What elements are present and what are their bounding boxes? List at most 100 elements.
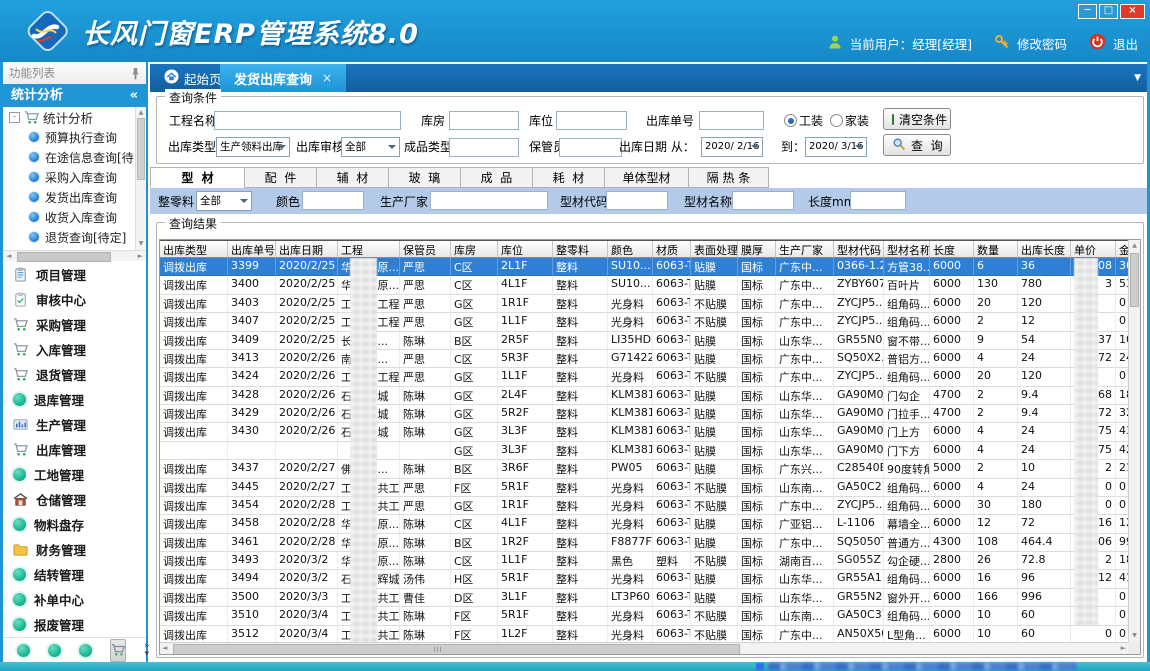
material-tab-型材[interactable]: 型 材 xyxy=(150,167,245,188)
material-tab-隔热条[interactable]: 隔 热 条 xyxy=(689,167,769,188)
table-row[interactable]: 调拨出库34092020/2/25长 ...陈琳B区2R5F整料LI35HD60… xyxy=(160,332,1128,350)
maximize-button[interactable]: □ xyxy=(1099,4,1118,19)
change-password-link[interactable]: 修改密码 xyxy=(1017,34,1067,53)
sidebar-item-仓储管理[interactable]: 仓储管理 xyxy=(3,487,146,512)
material-tab-成品[interactable]: 成 品 xyxy=(461,167,533,188)
grid-hscroll-thumb[interactable] xyxy=(173,644,740,655)
sidebar-item-项目管理[interactable]: 项目管理 xyxy=(3,262,146,287)
column-header-型材名称[interactable]: 型材名称 xyxy=(884,241,930,258)
sidebar-section-statistics[interactable]: 统计分析 « xyxy=(3,84,146,107)
sidebar-item-采购管理[interactable]: 采购管理 xyxy=(3,312,146,337)
sidebar-item-补单中心[interactable]: 补单中心 xyxy=(3,587,146,612)
close-button[interactable]: × xyxy=(1120,4,1145,19)
table-row[interactable]: 调拨出库33992020/2/25华 原...严思C区2L1F整料SU10...… xyxy=(160,258,1128,276)
location-input[interactable] xyxy=(556,111,627,130)
tab-list-caret-icon[interactable]: ▼ xyxy=(1134,73,1141,83)
column-header-出库单号[interactable]: 出库单号 xyxy=(228,241,276,258)
column-header-保管员[interactable]: 保管员 xyxy=(400,241,451,258)
tree-item-预算执行查询[interactable]: 预算执行查询 xyxy=(3,127,146,147)
radio-jiazhuang[interactable] xyxy=(830,114,843,127)
tree-item-发货出库查询[interactable]: 发货出库查询 xyxy=(3,187,146,207)
table-row[interactable]: 调拨出库34612020/2/28华 原...陈琳B区1R2F整料F8877FT… xyxy=(160,534,1128,552)
column-header-库位[interactable]: 库位 xyxy=(498,241,553,258)
material-tab-单体型材[interactable]: 单体型材 xyxy=(605,167,689,188)
table-row[interactable]: 调拨出库34542020/2/28工 共工程严思G区1R1F整料光身料6063-… xyxy=(160,497,1128,515)
date-from-select[interactable]: 2020/ 2/16 xyxy=(701,137,763,157)
maker-input[interactable] xyxy=(430,191,548,210)
radio-gongzhuang-label[interactable]: 工装 xyxy=(799,111,823,131)
scroll-left-icon[interactable]: ◄ xyxy=(6,251,11,261)
column-header-材质[interactable]: 材质 xyxy=(653,241,691,258)
material-tab-辅材[interactable]: 辅 材 xyxy=(317,167,389,188)
product-type-input[interactable] xyxy=(449,138,519,157)
table-row[interactable]: 调拨出库35102020/3/4工 共工程陈琳F区5R1F整料光身料6063-T… xyxy=(160,607,1128,625)
table-row[interactable]: 调拨出库34372020/2/27佛 ...陈琳B区3R6F整料PW056063… xyxy=(160,460,1128,478)
color-input[interactable] xyxy=(302,191,364,210)
column-header-膜厚[interactable]: 膜厚 xyxy=(738,241,776,258)
order-no-input[interactable] xyxy=(699,111,764,130)
table-row[interactable]: 调拨出库34942020/3/2石 辉城汤伟H区5R1F整料光身料6063-T5… xyxy=(160,570,1128,588)
table-row[interactable]: 调拨出库34032020/2/25工 工程严思G区1R1F整料光身料6063-T… xyxy=(160,295,1128,313)
expand-more-button[interactable]: »▾ xyxy=(144,642,150,658)
green-dot-icon[interactable] xyxy=(17,644,30,657)
column-header-颜色[interactable]: 颜色 xyxy=(608,241,653,258)
table-row[interactable]: 调拨出库34582020/2/28华 原...陈琳C区4L1F整料光身料6063… xyxy=(160,515,1128,533)
column-header-整零料[interactable]: 整零料 xyxy=(553,241,608,258)
green-dot-icon[interactable] xyxy=(48,644,61,657)
tree-item-收货入库查询[interactable]: 收货入库查询 xyxy=(3,207,146,227)
table-row[interactable]: 调拨出库34452020/2/27工 共工程严思F区5R1F整料光身料6063-… xyxy=(160,479,1128,497)
sidebar-item-工地管理[interactable]: 工地管理 xyxy=(3,462,146,487)
table-row[interactable]: 调拨出库34132020/2/26南 ...严思C区5R3F整料G7142260… xyxy=(160,350,1128,368)
scroll-right-icon[interactable]: ► xyxy=(138,251,143,261)
column-header-出库类型[interactable]: 出库类型 xyxy=(160,241,228,258)
profile-name-input[interactable] xyxy=(732,191,794,210)
column-header-出库日期[interactable]: 出库日期 xyxy=(276,241,338,258)
scroll-up-icon[interactable]: ▲ xyxy=(136,108,146,118)
clear-conditions-button[interactable]: 清空条件 xyxy=(883,108,951,130)
scroll-right-icon[interactable]: ► xyxy=(1121,644,1126,652)
table-row[interactable]: 调拨出库34072020/2/25工 工程严思G区1L1F整料光身料6063-T… xyxy=(160,313,1128,331)
table-row[interactable]: 调拨出库34302020/2/26石 城陈琳G区3L3F整料KLM3817606… xyxy=(160,423,1128,441)
column-header-出库长度[interactable]: 出库长度 xyxy=(1018,241,1071,258)
column-header-库房[interactable]: 库房 xyxy=(451,241,498,258)
keeper-input[interactable] xyxy=(559,138,622,157)
tree-item-退货查询待定[interactable]: 退货查询[待定] xyxy=(3,227,146,247)
scroll-left-icon[interactable]: ◄ xyxy=(162,644,167,652)
column-header-型材代码[interactable]: 型材代码 xyxy=(834,241,884,258)
tree-horizontal-scrollbar[interactable]: ◄ ► xyxy=(3,250,146,261)
scroll-down-icon[interactable]: ▼ xyxy=(1129,631,1140,641)
table-row[interactable]: 调拨出库34282020/2/26石 城陈琳G区2L4F整料KLM3817606… xyxy=(160,387,1128,405)
table-row[interactable]: 调拨出库34242020/2/26工 工程严思G区1L1F整料光身料6063-T… xyxy=(160,368,1128,386)
project-name-input[interactable] xyxy=(214,111,401,130)
sidebar-item-入库管理[interactable]: 入库管理 xyxy=(3,337,146,362)
out-type-select[interactable]: 生产领料出库 xyxy=(216,137,290,157)
table-row[interactable]: 调拨出库35002020/3/3工 共工程曹佳D区3L1F整料LT3P60606… xyxy=(160,589,1128,607)
scroll-down-icon[interactable]: ▼ xyxy=(136,239,146,249)
column-header-数量[interactable]: 数量 xyxy=(974,241,1018,258)
tree-item-在途信息查询待[interactable]: 在途信息查询[待 xyxy=(3,147,146,167)
table-row[interactable]: 调拨出库34292020/2/26石 城陈琳G区5R2F整料KLM3817606… xyxy=(160,405,1128,423)
sidebar-item-生产管理[interactable]: 生产管理 xyxy=(3,412,146,437)
sidebar-item-财务管理[interactable]: 财务管理 xyxy=(3,537,146,562)
sidebar-item-结转管理[interactable]: 结转管理 xyxy=(3,562,146,587)
sidebar-item-物料盘存[interactable]: 物料盘存 xyxy=(3,512,146,537)
collapse-icon[interactable]: « xyxy=(130,84,138,107)
minimize-button[interactable]: ─ xyxy=(1078,4,1097,19)
tree-root-statistics[interactable]: -统计分析 xyxy=(3,107,146,127)
scroll-up-icon[interactable]: ▲ xyxy=(1129,241,1140,251)
column-header-生产厂家[interactable]: 生产厂家 xyxy=(776,241,834,258)
radio-jiazhuang-label[interactable]: 家装 xyxy=(845,111,869,131)
length-input[interactable] xyxy=(850,191,906,210)
material-tab-耗材[interactable]: 耗 材 xyxy=(533,167,605,188)
column-header-工程[interactable]: 工程 xyxy=(338,241,400,258)
table-row[interactable]: 调拨出库34002020/2/25华 原...严思C区4L1F整料SU10...… xyxy=(160,276,1128,294)
grid-vertical-scrollbar[interactable]: ▲ ▼ xyxy=(1128,240,1140,642)
column-header-单价[interactable]: 单价 xyxy=(1071,241,1116,258)
table-row[interactable]: 调拨出库34932020/3/2华 原...陈琳C区1L1F整料黑色塑料不贴膜国… xyxy=(160,552,1128,570)
tab-close-icon[interactable]: × xyxy=(322,71,332,85)
logout-link[interactable]: 退出 xyxy=(1113,34,1138,53)
sidebar-item-退库管理[interactable]: 退库管理 xyxy=(3,387,146,412)
tree-vertical-scrollbar[interactable]: ▲ ▼ xyxy=(135,107,146,250)
grid-horizontal-scrollbar[interactable]: ◄ ► xyxy=(160,642,1128,654)
tree-hscroll-thumb[interactable] xyxy=(17,252,111,262)
